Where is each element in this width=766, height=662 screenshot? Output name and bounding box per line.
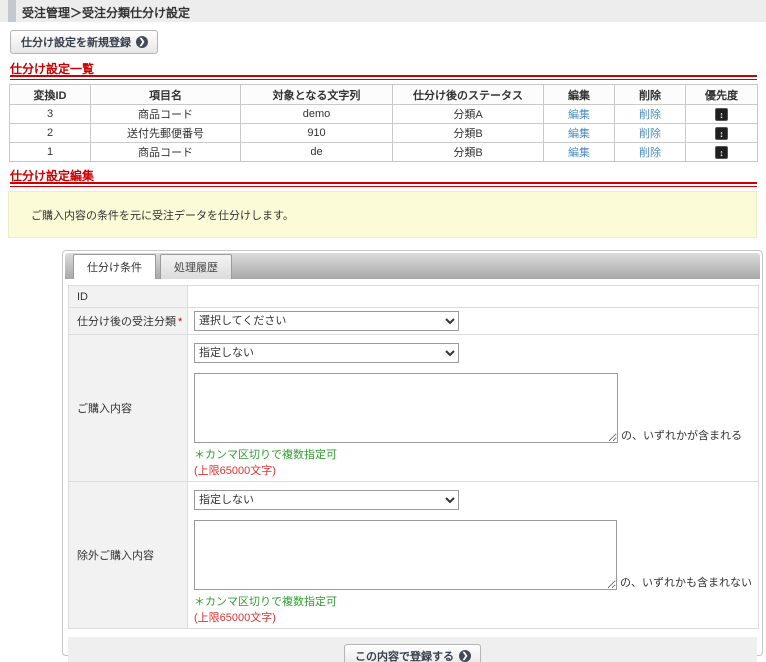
edit-link[interactable]: 編集 [568, 128, 590, 140]
list-section-rule [10, 75, 757, 80]
col-header-priority: 優先度 [686, 85, 758, 105]
cell-target: demo [241, 105, 393, 124]
exclude-suffix: の、いずれかも含まれない [620, 574, 752, 590]
tab-processing-history[interactable]: 処理履歴 [160, 254, 232, 279]
priority-updown-icon[interactable]: ↕ [715, 108, 728, 121]
priority-updown-icon[interactable]: ↕ [715, 127, 728, 140]
purchase-note-limit: (上限65000文字) [194, 462, 752, 478]
table-row: 3 商品コード demo 分類A 編集 削除 ↕ [10, 105, 758, 124]
edit-link[interactable]: 編集 [568, 147, 590, 159]
breadcrumb-bar: 受注管理＞受注分類仕分け設定 [0, 0, 766, 22]
col-header-id: 変換ID [10, 85, 91, 105]
col-header-delete: 削除 [615, 85, 686, 105]
edit-section-rule [10, 182, 757, 187]
edit-form-table: ID 仕分け後の受注分類* 選択してください ご購入内容 [68, 285, 759, 629]
cell-status: 分類B [393, 143, 544, 162]
cell-item: 商品コード [91, 143, 241, 162]
submit-bar: この内容で登録する ❯ [68, 637, 757, 662]
edit-link[interactable]: 編集 [568, 109, 590, 121]
exclude-mode-select[interactable]: 指定しない [194, 490, 459, 510]
table-row: 1 商品コード de 分類B 編集 削除 ↕ [10, 143, 758, 162]
delete-link[interactable]: 削除 [639, 147, 661, 159]
col-header-item: 項目名 [91, 85, 241, 105]
id-value [188, 286, 759, 308]
breadcrumb: 受注管理＞受注分類仕分け設定 [22, 4, 190, 21]
notice-box: ご購入内容の条件を元に受注データを仕分けします。 [8, 191, 757, 238]
table-row: 2 送付先郵便番号 910 分類B 編集 削除 ↕ [10, 124, 758, 143]
required-mark: * [178, 316, 182, 328]
purchase-suffix: の、いずれかが含まれる [621, 427, 742, 443]
purchase-note-multi: ＊カンマ区切りで複数指定可 [194, 446, 752, 462]
tab-sorting-condition[interactable]: 仕分け条件 [73, 254, 156, 279]
tab-strip: 仕分け条件 処理履歴 [65, 253, 760, 279]
new-register-label: 仕分け設定を新規登録 [21, 34, 131, 50]
col-header-edit: 編集 [544, 85, 615, 105]
purchase-mode-select[interactable]: 指定しない [194, 343, 459, 363]
purchase-textarea[interactable] [194, 373, 618, 443]
cell-status: 分類B [393, 124, 544, 143]
cell-id: 1 [10, 143, 91, 162]
delete-link[interactable]: 削除 [639, 128, 661, 140]
exclude-note-limit: (上限65000文字) [194, 609, 752, 625]
submit-button[interactable]: この内容で登録する ❯ [344, 644, 481, 662]
delete-link[interactable]: 削除 [639, 109, 661, 121]
cell-target: de [241, 143, 393, 162]
form-row-category: 仕分け後の受注分類* 選択してください [69, 308, 759, 335]
cell-target: 910 [241, 124, 393, 143]
edit-panel: 仕分け条件 処理履歴 ID 仕分け後の受注分類* 選択してください ご購入内容 [62, 250, 763, 656]
exclude-note-multi: ＊カンマ区切りで複数指定可 [194, 593, 752, 609]
form-row-purchase: ご購入内容 指定しない の、いずれかが含まれる ＊カンマ区切りで複数指定可 (上… [69, 335, 759, 482]
cell-item: 商品コード [91, 105, 241, 124]
priority-updown-icon[interactable]: ↕ [715, 146, 728, 159]
cell-id: 2 [10, 124, 91, 143]
exclude-textarea[interactable] [194, 520, 617, 590]
cell-id: 3 [10, 105, 91, 124]
category-select[interactable]: 選択してください [194, 311, 459, 331]
col-header-target: 対象となる文字列 [241, 85, 393, 105]
arrow-circle-icon: ❯ [136, 36, 148, 48]
id-label: ID [69, 286, 188, 308]
purchase-label: ご購入内容 [69, 335, 188, 482]
form-row-exclude: 除外ご購入内容 指定しない の、いずれかも含まれない ＊カンマ区切りで複数指定可… [69, 482, 759, 629]
category-label: 仕分け後の受注分類* [69, 308, 188, 335]
arrow-circle-icon: ❯ [459, 650, 471, 662]
notice-text: ご購入内容の条件を元に受注データを仕分けします。 [31, 210, 294, 222]
page: 受注管理＞受注分類仕分け設定 仕分け設定を新規登録 ❯ 仕分け設定一覧 変換ID… [0, 0, 766, 662]
cell-item: 送付先郵便番号 [91, 124, 241, 143]
new-register-button[interactable]: 仕分け設定を新規登録 ❯ [10, 30, 158, 54]
cell-status: 分類A [393, 105, 544, 124]
table-header-row: 変換ID 項目名 対象となる文字列 仕分け後のステータス 編集 削除 優先度 [10, 85, 758, 105]
breadcrumb-accent [8, 0, 16, 22]
form-row-id: ID [69, 286, 759, 308]
submit-label: この内容で登録する [355, 648, 454, 662]
col-header-status: 仕分け後のステータス [393, 85, 544, 105]
exclude-label: 除外ご購入内容 [69, 482, 188, 629]
sorting-settings-table: 変換ID 項目名 対象となる文字列 仕分け後のステータス 編集 削除 優先度 3… [9, 84, 758, 162]
